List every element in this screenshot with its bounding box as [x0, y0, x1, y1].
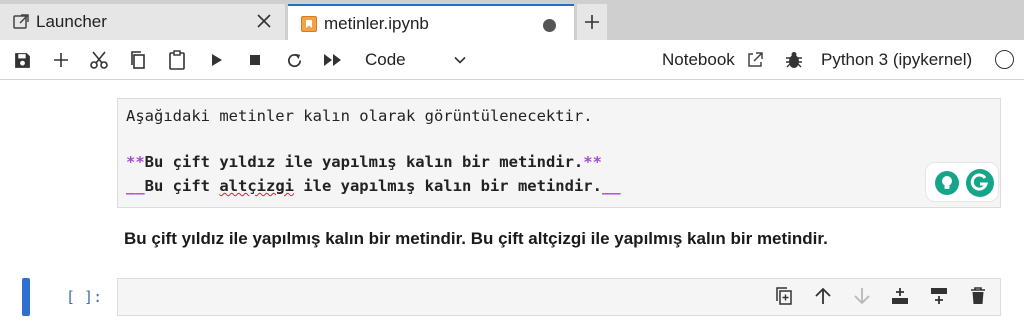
notebook-icon — [301, 16, 317, 32]
fast-forward-icon — [324, 54, 341, 66]
cut-button[interactable] — [88, 49, 110, 71]
chevron-down-icon — [454, 56, 466, 64]
move-up-icon — [815, 287, 831, 304]
insert-below-button[interactable] — [928, 285, 950, 307]
duplicate-icon — [776, 287, 792, 305]
move-down-button[interactable] — [851, 285, 873, 307]
bold-marker: __ — [126, 177, 145, 195]
external-link-icon[interactable] — [746, 51, 764, 69]
kernel-status-icon — [995, 50, 1014, 69]
bold-marker: __ — [601, 177, 621, 195]
paste-button[interactable] — [166, 49, 188, 71]
cell-collapser[interactable] — [22, 278, 30, 316]
grammarly-g-glyph — [970, 173, 989, 191]
tab-launcher[interactable]: Launcher — [0, 4, 285, 40]
markdown-cell-editor[interactable]: Aşağıdaki metinler kalın olarak görüntül… — [117, 98, 1001, 208]
plus-icon — [54, 53, 68, 67]
misspelled-word[interactable]: altçizgi — [219, 177, 294, 195]
stop-icon — [250, 55, 260, 65]
delete-icon — [971, 287, 985, 304]
kernel-name[interactable]: Python 3 (ipykernel) — [821, 50, 972, 70]
paste-icon — [169, 50, 185, 70]
markdown-line-3: __Bu çift altçizgi ile yapılmış kalın bi… — [126, 177, 621, 195]
add-tab-button[interactable] — [577, 4, 607, 40]
insert-below-icon — [931, 288, 947, 304]
delete-cell-button[interactable] — [967, 285, 989, 307]
grammarly-icon[interactable] — [966, 169, 994, 197]
run-button[interactable] — [205, 49, 227, 71]
tab-bar: Launcher metinler.ipynb — [0, 0, 1024, 40]
grammarly-widget[interactable] — [925, 162, 999, 202]
restart-button[interactable] — [283, 49, 305, 71]
markdown-line-2: **Bu çift yıldız ile yapılmış kalın bir … — [126, 153, 602, 171]
lightbulb-icon[interactable] — [934, 170, 960, 196]
cell-type-value: Code — [365, 50, 406, 69]
insert-cell-button[interactable] — [50, 49, 72, 71]
insert-above-button[interactable] — [889, 285, 911, 307]
save-button[interactable] — [11, 49, 33, 71]
tab-notebook-label: metinler.ipynb — [324, 14, 429, 33]
plus-icon — [585, 15, 599, 29]
bug-icon[interactable] — [784, 50, 804, 70]
run-icon — [212, 54, 222, 66]
open-notebook-link[interactable]: Notebook — [662, 50, 735, 70]
tab-launcher-label: Launcher — [36, 12, 107, 31]
move-down-icon — [854, 288, 870, 305]
unsaved-dot-icon[interactable] — [543, 19, 556, 32]
markdown-line-3-text-before: Bu çift — [144, 177, 220, 195]
save-icon — [14, 52, 30, 68]
move-up-button[interactable] — [812, 285, 834, 307]
insert-above-icon — [892, 288, 908, 304]
copy-icon — [131, 51, 145, 69]
notebook-toolbar: Code Notebook Python 3 (ipykernel) — [0, 40, 1024, 80]
input-prompt: [ ]: — [66, 288, 103, 306]
cut-icon — [90, 51, 108, 69]
run-all-button[interactable] — [322, 49, 344, 71]
bold-marker: ** — [583, 153, 602, 171]
stop-button[interactable] — [244, 49, 266, 71]
bold-marker: ** — [126, 153, 145, 171]
markdown-line-1: Aşağıdaki metinler kalın olarak görüntül… — [126, 107, 593, 125]
duplicate-cell-button[interactable] — [773, 285, 795, 307]
restart-icon — [287, 53, 301, 67]
cell-type-select[interactable]: Code — [356, 46, 474, 74]
copy-button[interactable] — [127, 49, 149, 71]
external-link-icon — [13, 14, 29, 29]
rendered-markdown: Bu çift yıldız ile yapılmış kalın bir me… — [124, 229, 828, 248]
markdown-line-2-text: Bu çift yıldız ile yapılmış kalın bir me… — [144, 153, 584, 171]
tab-notebook[interactable]: metinler.ipynb — [288, 4, 574, 40]
markdown-line-3-text-after: ile yapılmış kalın bir metindir. — [293, 177, 602, 195]
close-icon[interactable] — [255, 12, 273, 30]
